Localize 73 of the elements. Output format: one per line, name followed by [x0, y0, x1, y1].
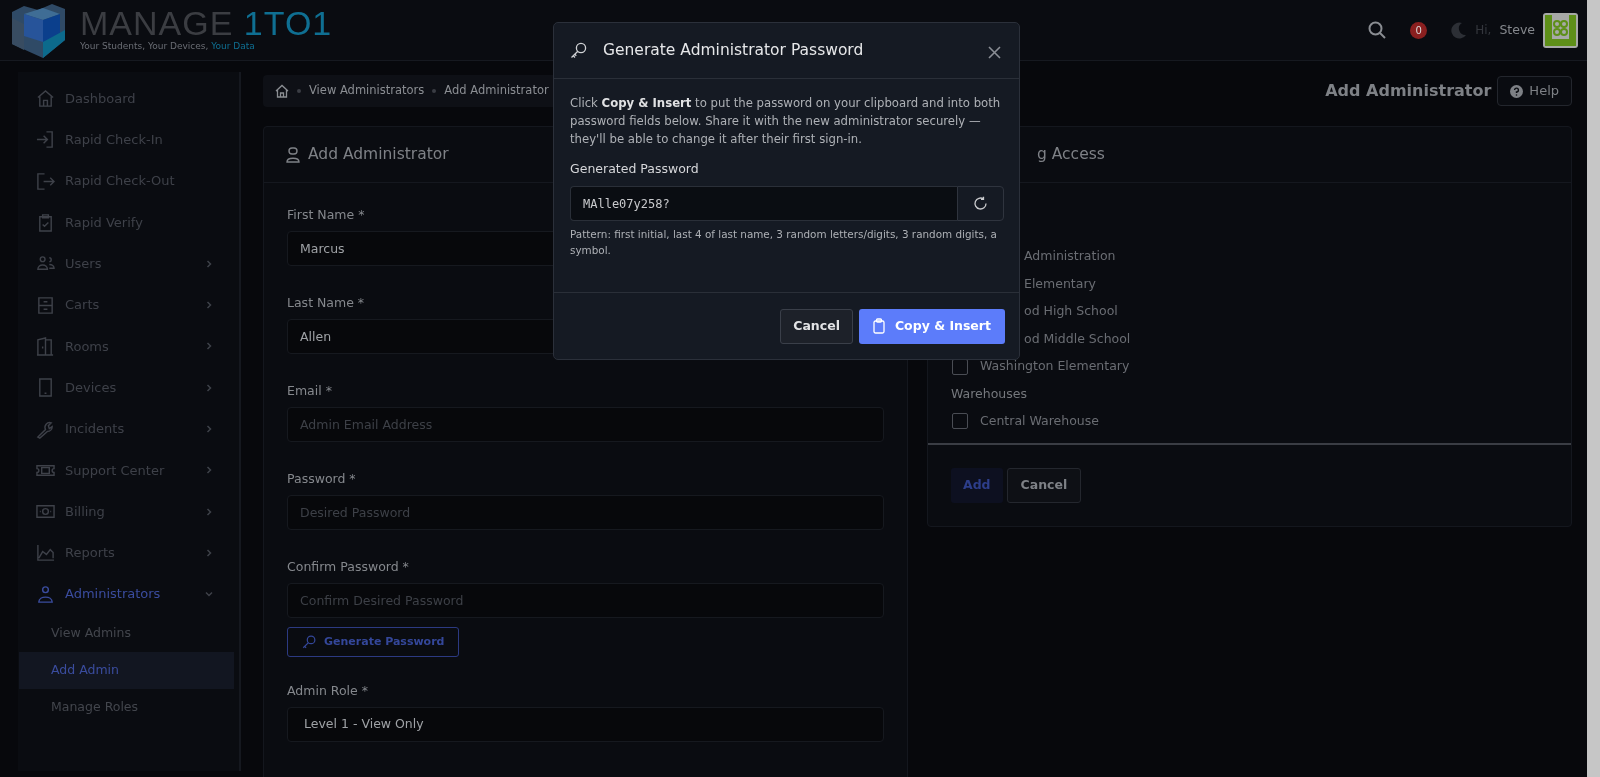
submenu-item[interactable]: View Admins — [19, 614, 234, 652]
sidebar-item[interactable]: Dashboard — [18, 78, 239, 120]
person-icon — [36, 584, 55, 604]
person-icon — [286, 146, 300, 163]
enter-arrow-icon — [36, 130, 55, 150]
page-title: Add Administrator — [1325, 80, 1492, 102]
sidebar-item[interactable]: Carts — [18, 284, 239, 326]
tablet-icon — [36, 378, 55, 398]
breadcrumb-link[interactable]: Add Administrator — [444, 82, 549, 100]
help-button[interactable]: Help — [1497, 76, 1572, 106]
checkbox-label: Central Warehouse — [980, 411, 1099, 430]
door-icon — [36, 336, 55, 356]
refresh-button[interactable] — [957, 186, 1004, 221]
field-label: Generated Password — [570, 160, 700, 178]
key-icon — [570, 42, 587, 59]
field-label: Admin Role * — [287, 682, 369, 700]
generate-password-button[interactable]: Generate Password — [287, 627, 460, 657]
add-button[interactable]: Add — [951, 468, 1003, 503]
sidebar-item[interactable]: Administrators — [18, 573, 239, 615]
checkbox[interactable] — [952, 413, 968, 430]
notification-badge[interactable]: 0 — [1410, 21, 1428, 39]
sidebar-item[interactable]: Rapid Verify — [18, 201, 239, 244]
group-heading: Warehouses — [951, 384, 1027, 403]
copy-insert-button[interactable]: Copy & Insert — [858, 308, 1005, 344]
tagline: Your Students, Your Devices, Your Data — [80, 40, 256, 54]
sidebar-item[interactable]: Rapid Check-In — [18, 119, 239, 161]
checkbox-label: Administration — [1024, 247, 1116, 266]
sidebar-item[interactable]: Support Center — [18, 449, 239, 491]
submenu-item[interactable]: Manage Roles — [19, 688, 234, 726]
wrench-icon — [36, 419, 55, 439]
sidebar-item[interactable]: Incidents — [18, 408, 239, 450]
cancel-button[interactable]: Cancel — [780, 308, 853, 344]
checkbox-label: Elementary — [1024, 274, 1096, 293]
breadcrumb-link[interactable]: View Administrators — [309, 82, 425, 100]
key-icon — [302, 635, 316, 649]
card-title: Add Administrator — [308, 143, 449, 165]
field-label: Email * — [287, 382, 333, 400]
field-label: First Name * — [287, 206, 366, 224]
field-label: Password * — [287, 470, 357, 488]
dialog-text: Click Copy & Insert to put the password on your clipboard and into both password fields below. Share it with the new administrator securely — they'll be able to change it after their first sign-in. — [570, 95, 1002, 148]
select-field[interactable]: Level 1 - View Only — [287, 707, 884, 742]
search-icon[interactable] — [1368, 21, 1387, 39]
refresh-icon — [973, 196, 988, 211]
help-icon — [1510, 84, 1524, 98]
card-title: g Access — [1037, 143, 1105, 165]
field-label: Last Name * — [287, 294, 366, 312]
checkbox-label: od High School — [1024, 302, 1118, 321]
user-name[interactable]: Steve — [1499, 20, 1535, 40]
input-field[interactable]: Confirm Desired Password — [287, 583, 884, 618]
cancel-button[interactable]: Cancel — [1006, 468, 1082, 503]
clipboard-check-icon — [36, 213, 55, 233]
dialog-title: Generate Administrator Password — [603, 39, 864, 61]
password-field[interactable]: MAlle07y258? — [570, 186, 957, 221]
sidebar-item[interactable]: Rooms — [18, 325, 239, 368]
sidebar-item[interactable]: Reports — [18, 532, 239, 574]
sidebar-item[interactable]: Users — [18, 243, 239, 285]
field-label: Confirm Password * — [287, 558, 410, 576]
input-field[interactable]: Desired Password — [287, 495, 884, 530]
area-chart-icon — [36, 543, 55, 563]
scrollbar[interactable] — [1587, 0, 1600, 777]
house-icon — [36, 89, 55, 109]
avatar-icon[interactable] — [1543, 12, 1578, 48]
input-field[interactable]: Admin Email Address — [287, 407, 884, 442]
checkbox-label: od Middle School — [1024, 329, 1131, 348]
sidebar-item[interactable]: Rapid Check-Out — [18, 160, 239, 202]
clipboard-icon — [872, 318, 885, 334]
checkbox-label: Washington Elementary — [980, 357, 1130, 376]
sidebar-item[interactable]: Billing — [18, 490, 239, 533]
exit-arrow-icon — [36, 171, 55, 191]
submenu-item[interactable]: Add Admin — [19, 651, 234, 689]
cabinet-icon — [36, 295, 55, 315]
sidebar-item[interactable]: Devices — [18, 367, 239, 409]
home-icon[interactable] — [275, 84, 289, 98]
